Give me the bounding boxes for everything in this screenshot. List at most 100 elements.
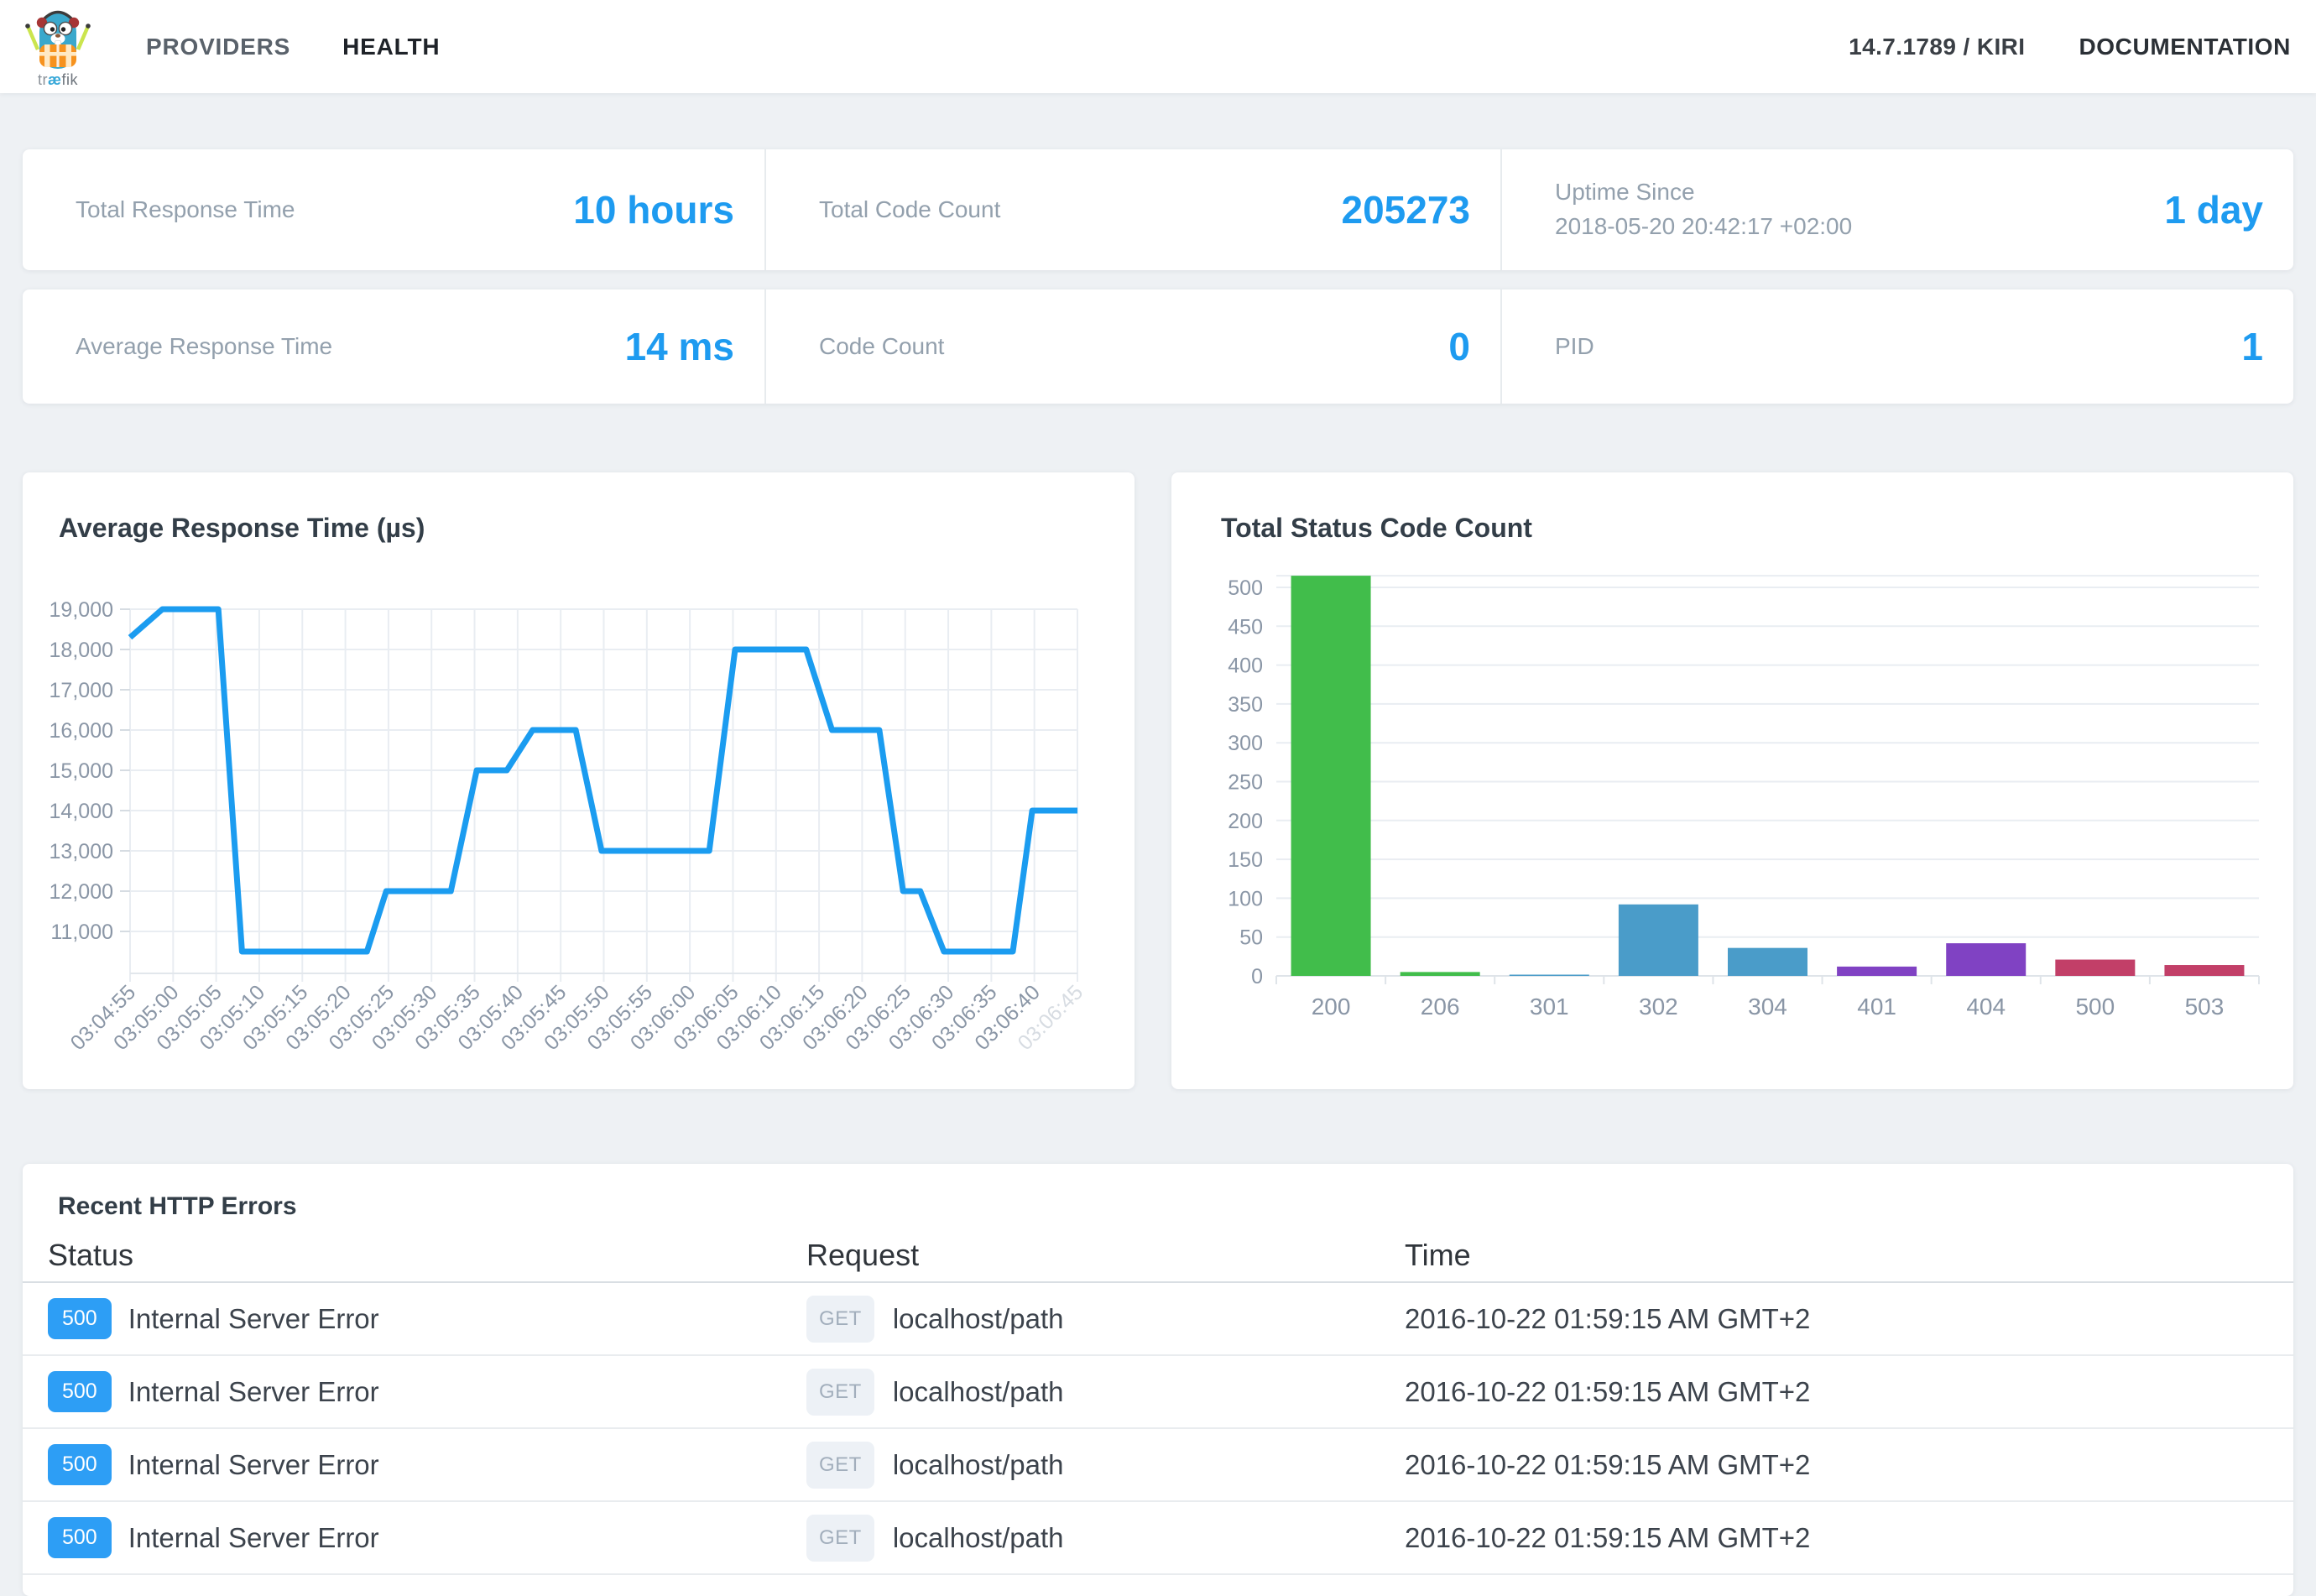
status-text: Internal Server Error [128,1522,379,1554]
status-badge: 500 [48,1517,112,1558]
method-badge: GET [806,1442,874,1489]
request-path: localhost/path [893,1449,1064,1481]
column-header-status: Status [23,1238,780,1273]
stats-row-totals: Total Response Time 10 hours Total Code … [23,149,2293,270]
y-tick-label: 16,000 [50,719,113,743]
brand-wordmark: træfik [38,72,78,87]
stat-value: 205273 [1342,187,1471,232]
avg-response-time-line-chart: 11,00012,00013,00014,00015,00016,00017,0… [23,472,1135,1089]
stat-pid: PID 1 [1502,289,2293,404]
request-cell: GET localhost/path [780,1296,1382,1343]
status-code-bar-503 [2164,965,2244,976]
x-tick-label: 200 [1312,994,1351,1020]
errors-table-header: Status Request Time [23,1229,2293,1283]
nav-item-health[interactable]: HEALTH [342,34,440,60]
stat-value: 14 ms [625,324,734,369]
x-tick-label: 206 [1421,994,1460,1020]
status-code-bar-chart: 0501001502002503003504004505002002063013… [1171,472,2293,1089]
stat-value: 1 [2241,324,2263,369]
traefik-mascot-icon [24,6,91,73]
error-table-row: 500Internal Server Error GET localhost/pat… [23,1429,2293,1502]
top-navbar: træfik PROVIDERS HEALTH 14.7.1789 / KIRI… [0,0,2316,93]
uptime-since-label: Uptime Since [1555,175,1852,210]
status-code-bar-302 [1619,905,1698,976]
error-time: 2016-10-22 01:59:15 AM GMT+2 [1382,1522,2293,1554]
error-time: 2016-10-22 01:59:15 AM GMT+2 [1382,1449,2293,1481]
request-path: localhost/path [893,1303,1064,1335]
stat-value: 1 day [2164,187,2263,232]
x-tick-label: 301 [1530,994,1569,1020]
stat-total-code-count: Total Code Count 205273 [766,149,1502,270]
y-tick-label: 50 [1239,926,1263,950]
status-cell: 500 Internal Server Error [23,1517,780,1558]
method-badge: GET [806,1369,874,1416]
status-cell: 500Internal Server Error [23,1371,780,1412]
y-tick-label: 200 [1228,810,1263,833]
y-tick-label: 0 [1251,965,1263,988]
stat-label: Total Response Time [76,193,295,227]
stat-average-response-time: Average Response Time 14 ms [23,289,766,404]
error-table-row: 500Internal Server Error GET localhost/pat… [23,1283,2293,1356]
status-code-bar-404 [1946,943,2026,976]
error-table-row: 500Internal Server Error GET localhost/pat… [23,1356,2293,1429]
stat-uptime: Uptime Since 2018-05-20 20:42:17 +02:00 … [1502,149,2293,270]
y-tick-label: 17,000 [50,679,113,702]
x-tick-label: 404 [1966,994,2006,1020]
y-tick-label: 150 [1228,848,1263,872]
column-header-request: Request [780,1238,1382,1273]
stats-row-current: Average Response Time 14 ms Code Count 0… [23,289,2293,404]
x-tick-label: 401 [1857,994,1896,1020]
nav-item-documentation[interactable]: DOCUMENTATION [2079,34,2291,60]
avg-response-time-chart-card: 11,00012,00013,00014,00015,00016,00017,0… [23,472,1135,1089]
y-tick-label: 15,000 [50,759,113,783]
status-code-chart-card: 0501001502002503003504004505002002063013… [1171,472,2293,1089]
y-tick-label: 14,000 [50,800,113,823]
request-path: localhost/path [893,1522,1064,1554]
error-time: 2016-10-22 01:59:15 AM GMT+2 [1382,1376,2293,1408]
status-cell: 500Internal Server Error [23,1444,780,1485]
status-cell: 500Internal Server Error [23,1298,780,1339]
errors-table-body: 500 Internal Server Error GET localhost/pat… [23,1283,2293,1575]
request-cell: GET localhost/path [780,1369,1382,1416]
recent-http-errors-card: Recent HTTP Errors Status Request Time 5… [23,1164,2293,1596]
status-code-bar-200 [1291,576,1371,976]
stat-label: Code Count [819,330,944,364]
status-code-bar-401 [1837,967,1917,976]
x-tick-label: 302 [1639,994,1678,1020]
error-table-row: 500 Internal Server Error GET localhost/pat… [23,1502,2293,1575]
uptime-since-date: 2018-05-20 20:42:17 +02:00 [1555,210,1852,244]
request-cell: GET localhost/path [780,1515,1382,1562]
version-label: 14.7.1789 / KIRI [1849,34,2025,60]
stat-label: Uptime Since 2018-05-20 20:42:17 +02:00 [1555,175,1852,243]
x-tick-label: 503 [2185,994,2225,1020]
status-code-bar-206 [1401,972,1480,976]
y-tick-label: 12,000 [50,880,113,904]
x-tick-label: 304 [1748,994,1787,1020]
y-tick-label: 100 [1228,887,1263,910]
stat-value: 10 hours [573,187,734,232]
stat-label: PID [1555,330,1594,364]
method-badge: GET [806,1296,874,1343]
nav-item-providers[interactable]: PROVIDERS [146,34,290,60]
y-tick-label: 400 [1228,655,1263,678]
line-chart-title: Average Response Time (µs) [59,513,425,544]
request-cell: GET localhost/path [780,1442,1382,1489]
y-tick-label: 250 [1228,771,1263,795]
y-tick-label: 350 [1228,693,1263,717]
stat-value: 0 [1448,324,1470,369]
method-badge: GET [806,1515,874,1562]
y-tick-label: 450 [1228,615,1263,639]
errors-table-title: Recent HTTP Errors [23,1164,2293,1229]
status-text: Internal Server Error [128,1449,379,1481]
x-tick-label: 500 [2075,994,2115,1020]
stat-code-count: Code Count 0 [766,289,1502,404]
column-header-time: Time [1382,1238,2293,1273]
y-tick-label: 11,000 [50,921,113,944]
traefik-logo[interactable]: træfik [22,6,94,87]
status-text: Internal Server Error [128,1376,379,1408]
status-code-bar-301 [1510,975,1589,977]
request-path: localhost/path [893,1376,1064,1408]
status-badge: 500 [48,1298,112,1339]
y-tick-label: 19,000 [50,598,113,622]
status-code-bar-500 [2055,960,2135,976]
